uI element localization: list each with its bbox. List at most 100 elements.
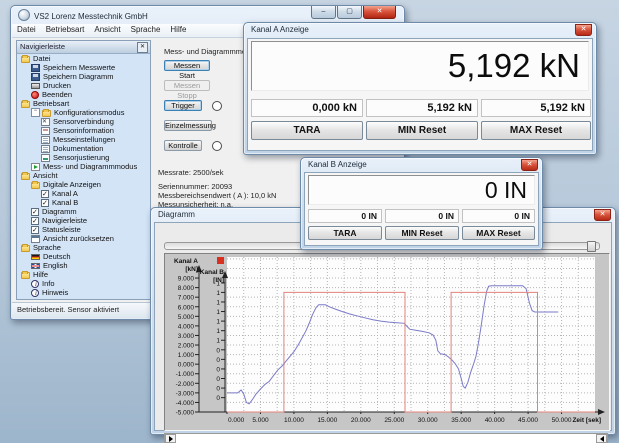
trigger-button[interactable]: Trigger xyxy=(164,100,202,111)
tree-item-info[interactable]: Info xyxy=(18,279,149,288)
einzelmessung-button[interactable]: Einzelmessung xyxy=(164,120,212,131)
tree-item-konfigurationsmodus[interactable]: − Konfigurationsmodus xyxy=(18,108,149,117)
tree-item-speichern-diagramm[interactable]: Speichern Diagramm xyxy=(18,72,149,81)
svg-text:25.000: 25.000 xyxy=(384,417,404,424)
tree-item-sensorinformation[interactable]: Sensorinformation xyxy=(18,126,149,135)
kanal-a-max-reset-button[interactable]: MAX Reset xyxy=(481,121,591,140)
menu-item-hilfe[interactable]: Hilfe xyxy=(165,24,191,34)
diagram-close-button[interactable]: ✕ xyxy=(594,209,611,221)
tree-item-label: Konfigurationsmodus xyxy=(54,108,124,117)
checkbox-icon xyxy=(41,199,49,207)
svg-text:[kN]: [kN] xyxy=(185,266,198,273)
svg-text:3.000: 3.000 xyxy=(178,333,195,340)
svg-text:-5.000: -5.000 xyxy=(176,410,195,417)
menu-item-ansicht[interactable]: Ansicht xyxy=(89,24,125,34)
kanal-b-min-reset-button[interactable]: MIN Reset xyxy=(385,226,459,240)
messen-stopp-button[interactable]: Messen Stopp xyxy=(164,80,210,91)
tree-item-ansicht[interactable]: Ansicht xyxy=(18,171,149,180)
kanal-b-tara-button[interactable]: TARA xyxy=(308,226,382,240)
kanal-a-close-button[interactable]: ✕ xyxy=(575,24,592,36)
menu-item-sprache[interactable]: Sprache xyxy=(126,24,166,34)
kanal-a-min-reset-button[interactable]: MIN Reset xyxy=(366,121,478,140)
tree-item-beenden[interactable]: Beenden xyxy=(18,90,149,99)
tree-item-kanal-a[interactable]: Kanal A xyxy=(18,189,149,198)
tree-item-ansicht-zur-cksetzen[interactable]: Ansicht zurücksetzen xyxy=(18,234,149,243)
kontrolle-led-indicator xyxy=(212,141,222,151)
chart-canvas[interactable]: 9.0008.0007.0006.0005.0004.0003.0002.000… xyxy=(165,254,607,433)
kanal-b-max-reset-button[interactable]: MAX Reset xyxy=(462,226,535,240)
info-line-1: Seriennummer: 20093 xyxy=(158,182,232,191)
tree-item-label: Sensorjustierung xyxy=(53,153,109,162)
diagram-slider-thumb[interactable] xyxy=(587,241,596,252)
tag-icon xyxy=(41,127,50,135)
checkbox-icon xyxy=(31,208,39,216)
folder-icon xyxy=(21,272,30,279)
menu-item-betriebsart[interactable]: Betriebsart xyxy=(41,24,90,34)
tree-item-dokumentation[interactable]: Dokumentation xyxy=(18,144,149,153)
tree-item-label: Dokumentation xyxy=(53,144,103,153)
kanal-a-tara-button[interactable]: TARA xyxy=(251,121,363,140)
menu-item-datei[interactable]: Datei xyxy=(12,24,41,34)
svg-text:-3.000: -3.000 xyxy=(176,390,195,397)
tree-item-mess-und-diagrammmodus[interactable]: Mess- und Diagrammmodus xyxy=(18,162,149,171)
tree-item-label: Deutsch xyxy=(43,252,71,261)
tree-item-english[interactable]: English xyxy=(18,261,149,270)
svg-text:5.000: 5.000 xyxy=(252,417,269,424)
diagram-body: 9.0008.0007.0006.0005.0004.0003.0002.000… xyxy=(154,222,612,431)
svg-text:-2.000: -2.000 xyxy=(176,381,195,388)
svg-text:0: 0 xyxy=(216,376,220,383)
kanal-b-close-button[interactable]: ✕ xyxy=(521,159,538,171)
tree-item-label: Speichern Diagramm xyxy=(43,72,113,81)
stop-icon xyxy=(31,91,39,99)
svg-text:20.000: 20.000 xyxy=(351,417,371,424)
tree-item-label: Hilfe xyxy=(33,270,48,279)
doc-icon xyxy=(41,145,50,153)
svg-text:1: 1 xyxy=(216,299,220,306)
messen-start-button[interactable]: Messen Start xyxy=(164,60,210,71)
tree-item-navigierleiste[interactable]: Navigierleiste xyxy=(18,216,149,225)
tree-item-hinweis[interactable]: Hinweis xyxy=(18,288,149,297)
tree-item-speichern-messwerte[interactable]: Speichern Messwerte xyxy=(18,63,149,72)
tree-item-digitale-anzeigen[interactable]: Digitale Anzeigen xyxy=(18,180,149,189)
tree-item-drucken[interactable]: Drucken xyxy=(18,81,149,90)
close-button[interactable]: ✕ xyxy=(363,6,396,19)
tree-item-label: English xyxy=(43,261,68,270)
nav-panel-close-icon[interactable]: ✕ xyxy=(137,42,148,53)
tree-item-hilfe[interactable]: Hilfe xyxy=(18,270,149,279)
minimize-button[interactable]: – xyxy=(311,6,336,19)
tree-item-label: Beenden xyxy=(42,90,72,99)
kanal-a-titlebar[interactable]: Kanal A Anzeige xyxy=(244,23,596,39)
kanal-b-tara-value: 0 IN xyxy=(308,209,382,223)
tree-item-label: Navigierleiste xyxy=(42,216,87,225)
tree-item-sensorjustierung[interactable]: Sensorjustierung xyxy=(18,153,149,162)
kontrolle-button[interactable]: Kontrolle xyxy=(164,140,202,151)
desktop: VS2 Lorenz Messtechnik GmbH – ▢ ✕ DateiB… xyxy=(0,0,619,443)
tree-item-kanal-b[interactable]: Kanal B xyxy=(18,198,149,207)
scroll-left-button[interactable] xyxy=(165,434,176,443)
folder-icon xyxy=(42,110,51,117)
tree-item-label: Statusleiste xyxy=(42,225,81,234)
tree-item-diagramm[interactable]: Diagramm xyxy=(18,207,149,216)
kanal-b-window-title: Kanal B Anzeige xyxy=(308,160,367,169)
tree-item-statusleiste[interactable]: Statusleiste xyxy=(18,225,149,234)
svg-text:0: 0 xyxy=(216,395,220,402)
kanal-a-big-value: 5,192 kN xyxy=(251,41,589,91)
diagram-horizontal-scrollbar[interactable] xyxy=(164,433,608,443)
tree-item-datei[interactable]: Datei xyxy=(18,54,149,63)
tree-item-deutsch[interactable]: Deutsch xyxy=(18,252,149,261)
maximize-button[interactable]: ▢ xyxy=(337,6,362,19)
tree-item-betriebsart[interactable]: Betriebsart xyxy=(18,99,149,108)
svg-text:0.000: 0.000 xyxy=(228,417,245,424)
tree-item-label: Diagramm xyxy=(42,207,77,216)
tree-item-sensorverbindung[interactable]: Sensorverbindung xyxy=(18,117,149,126)
tree-item-sprache[interactable]: Sprache xyxy=(18,243,149,252)
chart-frame: 9.0008.0007.0006.0005.0004.0003.0002.000… xyxy=(164,253,610,431)
svg-text:9.000: 9.000 xyxy=(178,276,195,283)
svg-text:0: 0 xyxy=(216,386,220,393)
kanal-b-body: 0 IN 0 IN 0 IN 0 IN TARA MIN Reset MAX R… xyxy=(304,172,539,246)
tree-item-messeinstellungen[interactable]: Messeinstellungen xyxy=(18,135,149,144)
tree-expander-icon[interactable]: − xyxy=(31,108,40,117)
scroll-right-button[interactable] xyxy=(596,434,607,443)
navigation-tree: DateiSpeichern MesswerteSpeichern Diagra… xyxy=(18,53,149,298)
svg-text:Kanal A: Kanal A xyxy=(174,258,198,265)
